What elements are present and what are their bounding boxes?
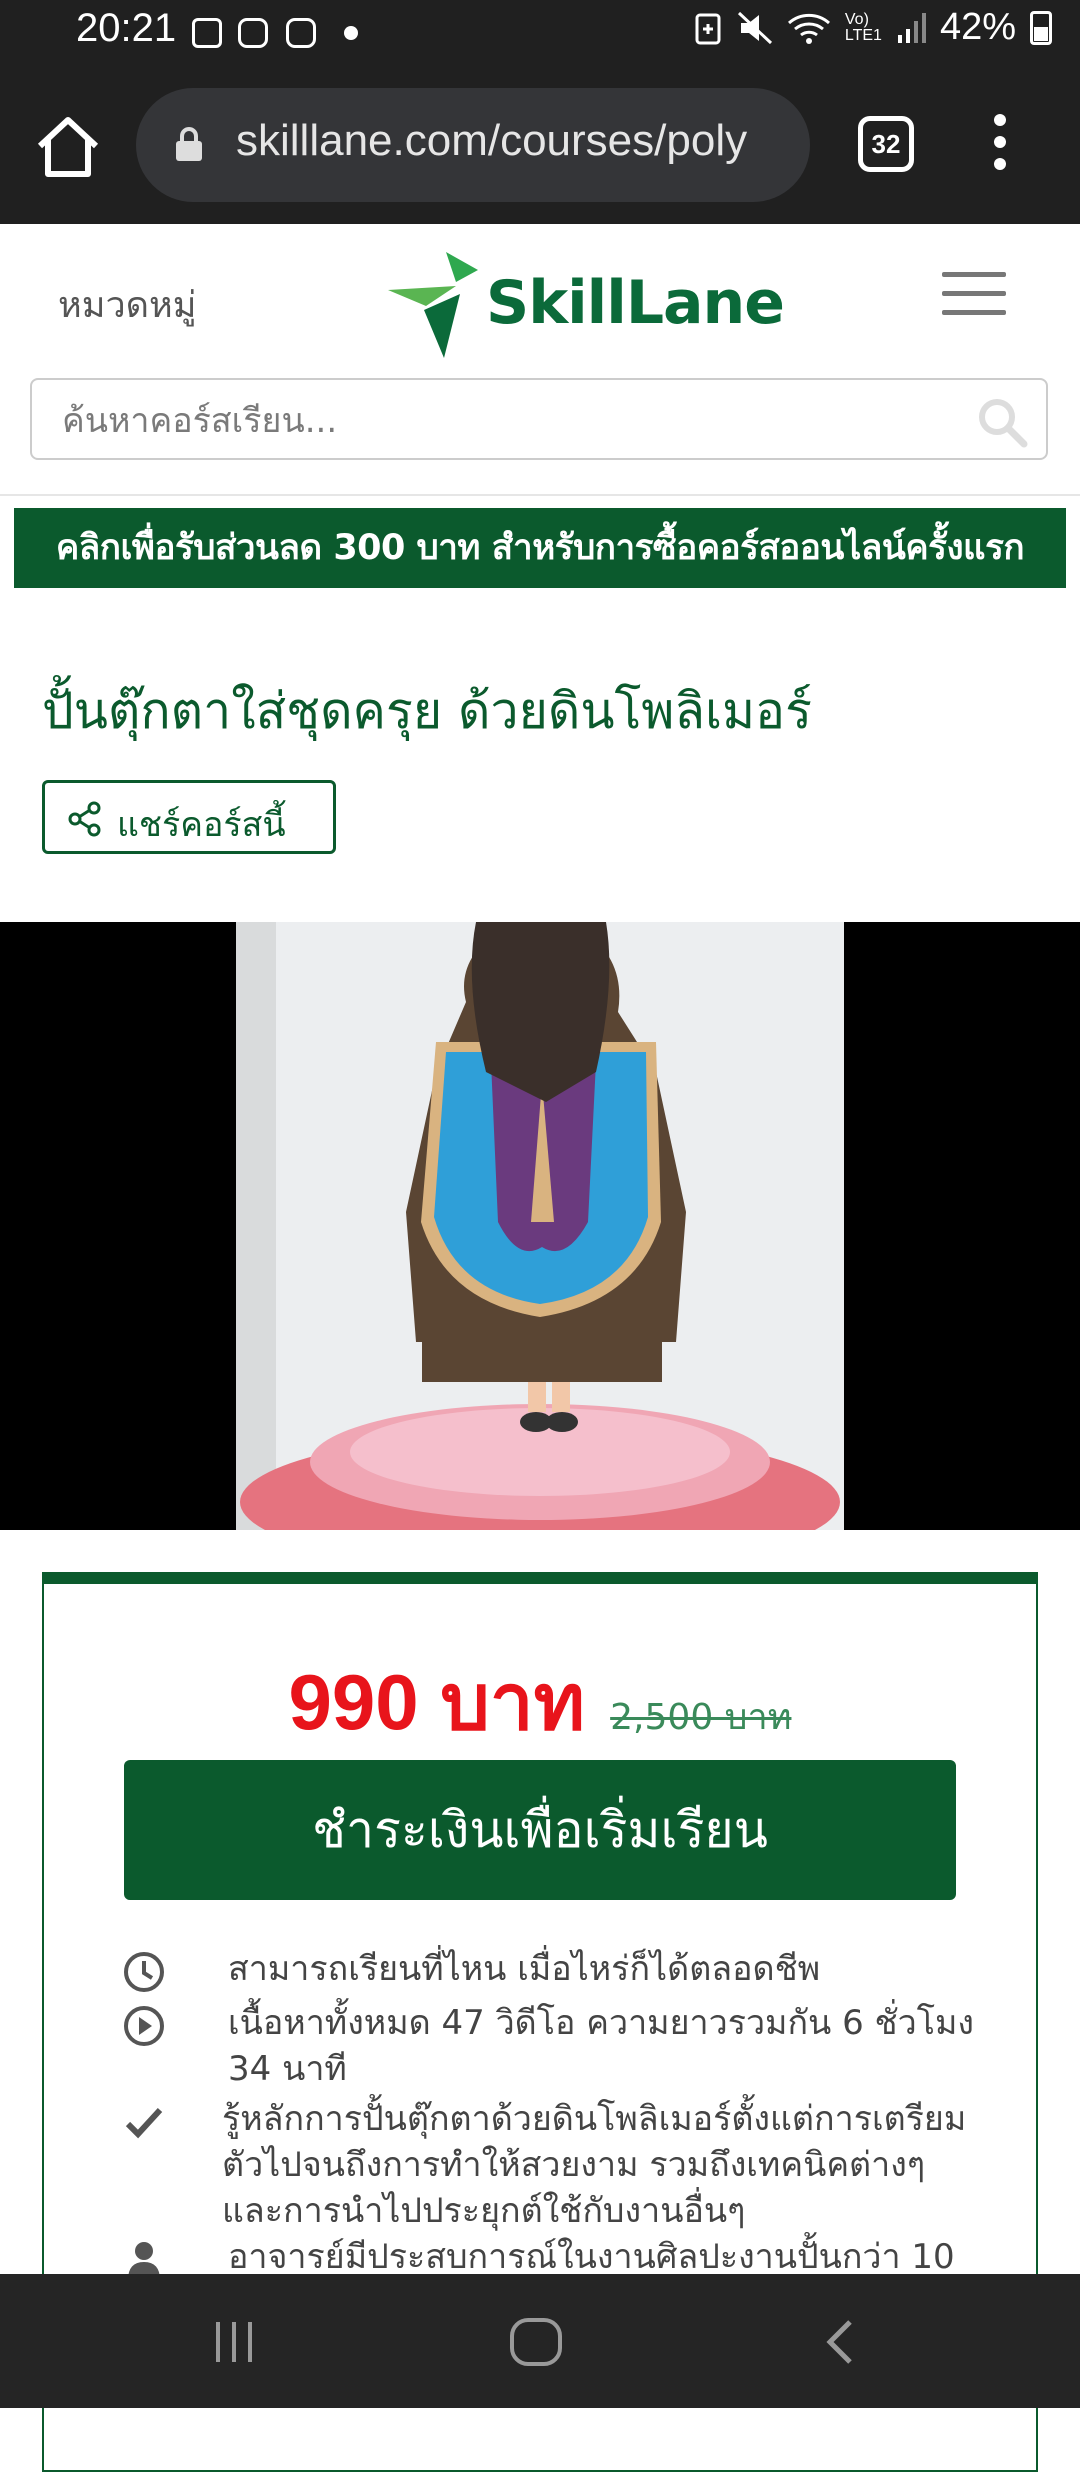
- system-navigation-bar: [0, 2274, 1080, 2408]
- pay-to-start-button[interactable]: ชำระเงินเพื่อเริ่มเรียน: [124, 1760, 956, 1900]
- dot-icon: [344, 26, 358, 40]
- course-title: ปั้นตุ๊กตาใส่ชุดครุย ด้วยดินโพลิเมอร์: [42, 682, 812, 740]
- url-text: skilllane.com/courses/poly: [236, 116, 748, 165]
- feature-learning-outcome: รู้หลักการปั้นตุ๊กตาด้วยดินโพลิเมอร์ตั้ง…: [122, 2096, 982, 2236]
- signal-icon: [897, 12, 926, 43]
- course-video-player[interactable]: [0, 922, 1080, 1530]
- feature-lifetime-access: สามารถเรียนที่ไหน เมื่อไหร่ก็ได้ตลอดชีพ: [122, 1946, 982, 1996]
- tab-switcher-button[interactable]: 32: [858, 116, 914, 172]
- category-menu-link[interactable]: หมวดหมู่: [58, 276, 197, 333]
- current-price: 990 บาท: [288, 1658, 586, 1746]
- share-label: แชร์คอร์สนี้: [117, 805, 286, 845]
- feature-video-count: เนื้อหาทั้งหมด 47 วิดีโอ ความยาวรวมกัน 6…: [122, 2000, 982, 2096]
- logo-text: SkillLane: [486, 268, 785, 338]
- status-bar: 20:21 Vo) LTE1 42%: [0, 0, 1080, 72]
- feature-text: เนื้อหาทั้งหมด 47 วิดีโอ ความยาวรวมกัน 6…: [228, 2003, 974, 2089]
- more-menu-icon[interactable]: [988, 114, 1012, 178]
- feature-text: สามารถเรียนที่ไหน เมื่อไหร่ก็ได้ตลอดชีพ: [228, 1949, 821, 1989]
- status-right: Vo) LTE1 42%: [693, 6, 1052, 49]
- battery-saver-icon: [695, 13, 721, 44]
- wifi-icon: [787, 13, 830, 44]
- battery-icon: [1030, 10, 1052, 45]
- back-icon[interactable]: [820, 2318, 860, 2366]
- share-icon: [68, 801, 101, 837]
- home-icon[interactable]: [28, 108, 108, 188]
- hamburger-menu-icon[interactable]: [942, 272, 1006, 318]
- gallery-icon: [192, 18, 222, 48]
- promo-banner[interactable]: คลิกเพื่อรับส่วนลด 300 บาท สำหรับการซื้อ…: [14, 508, 1066, 588]
- battery-percent: 42%: [939, 6, 1016, 48]
- doll-figure-image: [236, 922, 844, 1530]
- browser-toolbar: skilllane.com/courses/poly 32: [0, 72, 1080, 224]
- share-course-button[interactable]: แชร์คอร์สนี้: [42, 780, 336, 854]
- clock-icon: [124, 1952, 164, 1992]
- price-row: 990 บาท 2,500 บาท: [44, 1640, 1036, 1764]
- mute-icon: [737, 11, 772, 44]
- status-time: 20:21: [76, 6, 177, 50]
- search-input[interactable]: [60, 392, 944, 450]
- logo-mark-icon: [388, 252, 478, 358]
- original-price: 2,500 บาท: [610, 1697, 792, 1738]
- volte-icon: Vo) LTE1: [844, 10, 882, 44]
- skilllane-logo[interactable]: SkillLane: [386, 244, 785, 360]
- recent-apps-icon[interactable]: [210, 2318, 258, 2366]
- site-header: หมวดหมู่ SkillLane: [0, 224, 1080, 496]
- search-box: [30, 378, 1048, 460]
- home-nav-icon[interactable]: [508, 2316, 564, 2368]
- search-icon[interactable]: [976, 396, 1028, 448]
- play-icon: [124, 2006, 164, 2046]
- instagram-icon: [286, 18, 316, 48]
- lock-icon: [176, 127, 202, 161]
- address-bar[interactable]: skilllane.com/courses/poly: [136, 88, 810, 202]
- video-thumbnail: [236, 922, 844, 1530]
- check-icon: [125, 2107, 163, 2139]
- feature-text: รู้หลักการปั้นตุ๊กตาด้วยดินโพลิเมอร์ตั้ง…: [222, 2099, 967, 2231]
- instagram-icon: [238, 18, 268, 48]
